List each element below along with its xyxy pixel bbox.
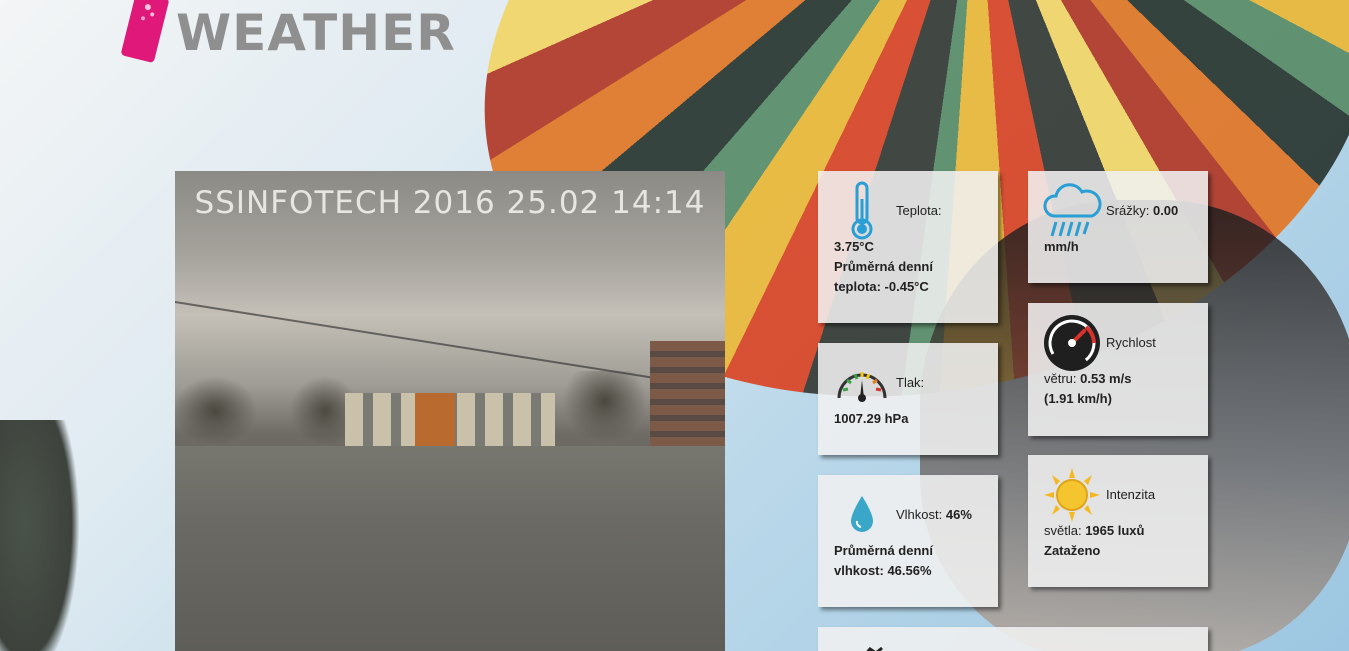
tree-silhouette xyxy=(0,420,80,651)
wind-speed-ms: 0.53 m/s xyxy=(1080,371,1132,386)
humidity-avg-line1: Průměrná denní xyxy=(834,543,933,558)
light-condition: Zataženo xyxy=(1044,543,1101,558)
temperature-value: 3.75°C xyxy=(834,239,874,254)
temperature-avg-line2: teplota: -0.45°C xyxy=(834,279,929,294)
temperature-card: Teplota: 3.75°C Průměrná denní teplota: … xyxy=(818,171,998,323)
wind-line2: větru: 0.53 m/s xyxy=(1044,369,1196,389)
wind-label: Rychlost xyxy=(1106,335,1156,350)
logo-text: WEATHER xyxy=(176,4,456,62)
light-card: Intenzita světla: 1965 luxů Zataženo xyxy=(1028,455,1208,587)
light-label: Intenzita xyxy=(1106,487,1156,502)
light-line2: světla: 1965 luxů xyxy=(1044,521,1196,541)
site-logo[interactable]: WEATHER xyxy=(120,0,456,64)
temperature-avg-line1: Průměrná denní xyxy=(834,259,933,274)
speedometer-icon xyxy=(1042,315,1102,371)
pressure-card: Tlak: 1007.29 hPa xyxy=(818,343,998,455)
webcam-building-stairwell xyxy=(415,393,455,448)
logo-mark-icon xyxy=(120,0,170,64)
humidity-label-wrap: Vlhkost: 46% xyxy=(896,505,972,525)
pressure-value: 1007.29 hPa xyxy=(834,411,909,426)
rain-cloud-icon xyxy=(1042,183,1102,237)
light-value: 1965 luxů xyxy=(1085,523,1145,538)
humidity-value: 46% xyxy=(945,507,972,522)
thermometer-icon xyxy=(832,181,892,240)
precipitation-label: Srážky: xyxy=(1106,203,1150,218)
temperature-label: Teplota: xyxy=(896,203,942,218)
pressure-label: Tlak: xyxy=(896,375,925,390)
humidity-card: Vlhkost: 46% Průměrná denní vlhkost: 46.… xyxy=(818,475,998,607)
sun-icon xyxy=(1042,468,1102,522)
webcam-image: SSINFOTECH 2016 25.02 14:14 xyxy=(175,171,725,651)
gauge-icon xyxy=(832,357,892,409)
precipitation-label-wrap: Srážky: 0.00 xyxy=(1106,201,1178,221)
extra-card-icon xyxy=(862,643,884,651)
humidity-label: Vlhkost: xyxy=(896,507,943,522)
wind-prefix: větru: xyxy=(1044,371,1077,386)
precipitation-unit: mm/h xyxy=(1044,239,1079,254)
webcam-roof xyxy=(175,446,725,651)
precipitation-value: 0.00 xyxy=(1152,203,1179,218)
water-drop-icon xyxy=(832,489,892,541)
wind-card: Rychlost větru: 0.53 m/s (1.91 km/h) xyxy=(1028,303,1208,436)
wind-speed-kmh: (1.91 km/h) xyxy=(1044,391,1112,406)
extra-card xyxy=(818,627,1208,651)
precipitation-card: Srážky: 0.00 mm/h xyxy=(1028,171,1208,283)
light-prefix: světla: xyxy=(1044,523,1082,538)
humidity-avg-line2: vlhkost: 46.56% xyxy=(834,563,932,578)
webcam-timestamp: SSINFOTECH 2016 25.02 14:14 xyxy=(194,185,706,221)
